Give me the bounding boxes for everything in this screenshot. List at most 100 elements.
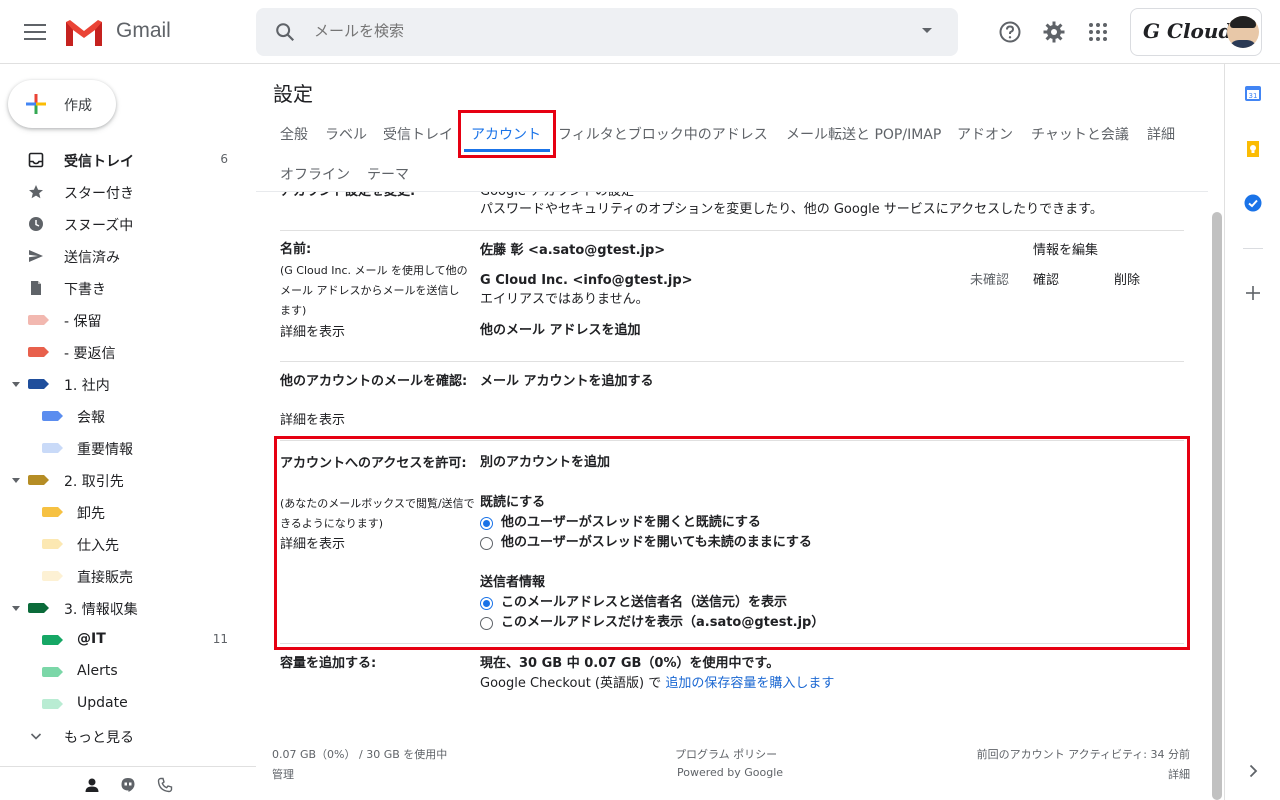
sidebar-item[interactable]: スター付き — [0, 176, 248, 208]
change-account-label: アカウント設定を変更: — [280, 192, 415, 202]
delete-link[interactable]: 削除 — [1114, 271, 1140, 291]
search-bar[interactable] — [256, 8, 958, 56]
phone-icon[interactable] — [157, 777, 173, 793]
sidebar-item-label: 仕入先 — [77, 538, 119, 554]
sidebar-item[interactable]: 2. 取引先 — [0, 464, 248, 496]
sidebar-item[interactable]: - 保留 — [0, 304, 248, 336]
avatar[interactable] — [1227, 16, 1259, 48]
sidebar-item-label: @IT — [77, 631, 106, 647]
tasks-icon[interactable] — [1244, 194, 1262, 212]
sidebar-item[interactable]: 受信トレイ 6 — [0, 144, 248, 176]
tab-chat-meet[interactable]: チャットと会議 — [1031, 124, 1129, 144]
footer-policy-link[interactable]: プログラム ポリシー — [675, 746, 777, 762]
search-input[interactable] — [314, 22, 874, 40]
footer-usage: 0.07 GB（0%） / 30 GB を使用中 — [272, 748, 448, 761]
check-mail-label: 他のアカウントのメールを確認: — [280, 374, 468, 389]
add-addon-icon[interactable] — [1244, 284, 1262, 302]
tab-forwarding[interactable]: メール転送と POP/IMAP — [786, 124, 941, 144]
sidebar-item[interactable]: @IT 11 — [0, 624, 248, 656]
help-icon[interactable] — [998, 20, 1022, 44]
sidebar-item[interactable]: 1. 社内 — [0, 368, 248, 400]
gmail-logo-icon[interactable] — [64, 18, 104, 48]
tab-inbox[interactable]: 受信トレイ — [383, 124, 453, 144]
gear-icon[interactable] — [1042, 20, 1066, 44]
tab-labels[interactable]: ラベル — [325, 124, 367, 144]
sidebar-item[interactable]: スヌーズ中 — [0, 208, 248, 240]
compose-button[interactable]: 作成 — [8, 80, 116, 128]
add-address-link[interactable]: 他のメール アドレスを追加 — [480, 321, 641, 341]
clock-icon — [29, 217, 43, 231]
tab-general[interactable]: 全般 — [280, 124, 308, 144]
expand-toggle-icon[interactable] — [12, 478, 20, 483]
sidebar-item[interactable]: 直接販売 — [0, 560, 248, 592]
sidebar-item[interactable]: Alerts — [0, 656, 248, 688]
name-details-link[interactable]: 詳細を表示 — [280, 323, 345, 343]
sidebar-item[interactable]: もっと見る — [0, 720, 248, 752]
label-icon — [28, 603, 49, 619]
edit-info-link[interactable]: 情報を編集 — [1033, 241, 1098, 261]
sidebar-item[interactable]: - 要返信 — [0, 336, 248, 368]
tab-offline[interactable]: オフライン — [280, 164, 350, 184]
add-mail-account-link[interactable]: メール アカウントを追加する — [480, 372, 654, 392]
expand-toggle-icon[interactable] — [12, 382, 20, 387]
search-options-icon[interactable] — [922, 28, 932, 33]
label-icon — [42, 539, 63, 555]
checkout-prefix: Google Checkout (英語版) で — [480, 676, 666, 691]
sidebar-item-label: スヌーズ中 — [64, 218, 134, 234]
sidebar-item-label: 受信トレイ — [64, 154, 134, 170]
hangouts-icon[interactable] — [120, 777, 136, 793]
settings-main: 設定 全般 ラベル 受信トレイ アカウント フィルタとブロック中のアドレス メー… — [256, 64, 1224, 800]
buy-storage-link[interactable]: 追加の保存容量を購入します — [665, 676, 834, 691]
sidebar-item[interactable]: 仕入先 — [0, 528, 248, 560]
check-mail-details-link[interactable]: 詳細を表示 — [280, 411, 345, 431]
label-icon — [42, 635, 63, 651]
tab-filters[interactable]: フィルタとブロック中のアドレス — [558, 124, 768, 144]
confirm-link[interactable]: 確認 — [1033, 271, 1059, 291]
primary-address: 佐藤 彰 <a.sato@gtest.jp> — [480, 243, 666, 258]
sidebar-item-label: 直接販売 — [77, 570, 133, 586]
svg-text:31: 31 — [1249, 92, 1258, 100]
person-icon[interactable] — [84, 777, 100, 793]
org-logo-text: G Cloud — [1143, 19, 1233, 43]
account-switcher[interactable]: G Cloud — [1130, 8, 1262, 56]
label-icon — [42, 411, 63, 427]
sidebar-item-label: 会報 — [77, 410, 105, 426]
footer-details-link[interactable]: 詳細 — [1168, 766, 1190, 782]
footer-last-activity: 前回のアカウント アクティビティ: 34 分前 — [976, 748, 1190, 761]
top-bar: Gmail G Cloud — [0, 0, 1280, 64]
sidebar: 作成 受信トレイ 6 スター付きスヌーズ中送信済み 下書き - 保留 - 要返信 1. 社内… — [0, 64, 256, 800]
sidebar-item-count: 11 — [212, 632, 228, 646]
calendar-icon[interactable]: 31 — [1244, 84, 1262, 102]
sidebar-item[interactable]: 会報 — [0, 400, 248, 432]
sidebar-item-label: Alerts — [77, 663, 118, 679]
storage-usage: 現在、30 GB 中 0.07 GB（0%）を使用中です。 — [480, 656, 780, 671]
keep-icon[interactable] — [1244, 140, 1262, 158]
footer-manage-link[interactable]: 管理 — [272, 766, 294, 782]
chevron-right-icon[interactable] — [1244, 762, 1262, 780]
sidebar-item[interactable]: 下書き — [0, 272, 248, 304]
label-icon — [42, 443, 63, 459]
sidebar-item-label: Update — [77, 695, 128, 711]
sidebar-item-label: 1. 社内 — [64, 378, 110, 394]
name-note: (G Cloud Inc. メール を使用して他のメール アドレスからメールを送… — [280, 264, 468, 317]
sidebar-bottom-bar — [0, 766, 256, 800]
expand-toggle-icon[interactable] — [12, 606, 20, 611]
scrollbar-thumb[interactable] — [1212, 212, 1222, 800]
tab-addons[interactable]: アドオン — [957, 124, 1013, 144]
app-name[interactable]: Gmail — [116, 19, 171, 43]
compose-plus-icon — [26, 94, 46, 114]
sidebar-item[interactable]: 送信済み — [0, 240, 248, 272]
sidebar-item[interactable]: 重要情報 — [0, 432, 248, 464]
label-icon — [42, 699, 63, 715]
alias-address: G Cloud Inc. <info@gtest.jp> — [480, 273, 693, 288]
sidebar-item[interactable]: Update — [0, 688, 248, 720]
tab-advanced[interactable]: 詳細 — [1147, 124, 1175, 144]
tab-themes[interactable]: テーマ — [367, 164, 409, 184]
sidebar-item[interactable]: 卸先 — [0, 496, 248, 528]
sidebar-item[interactable]: 3. 情報収集 — [0, 592, 248, 624]
main-menu-icon[interactable] — [24, 24, 46, 40]
apps-grid-icon[interactable] — [1086, 20, 1110, 44]
alias-note: エイリアスではありません。 — [480, 292, 649, 307]
sidebar-item-label: 2. 取引先 — [64, 474, 124, 490]
search-icon[interactable] — [274, 21, 296, 43]
